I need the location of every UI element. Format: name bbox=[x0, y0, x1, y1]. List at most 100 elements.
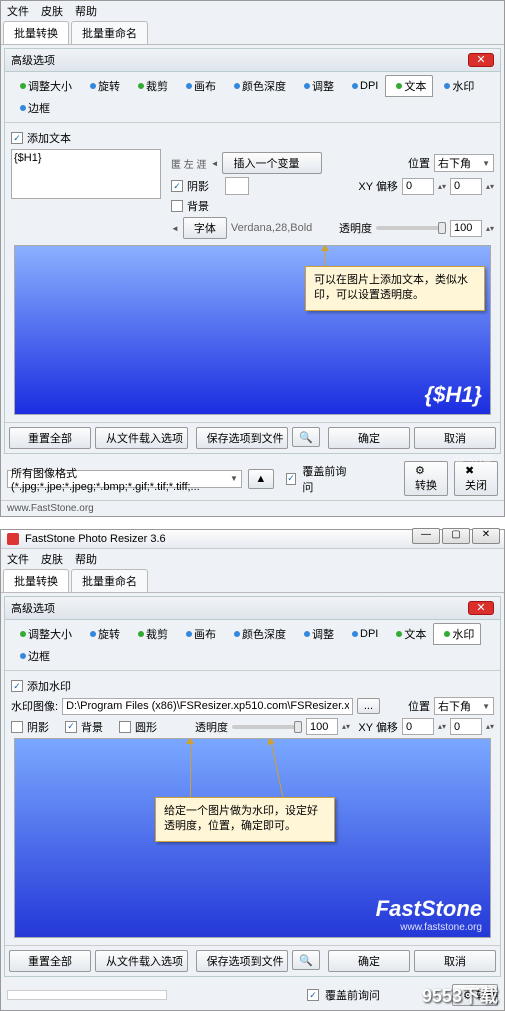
menu-file[interactable]: 文件 bbox=[7, 3, 29, 19]
add-text-checkbox[interactable] bbox=[11, 132, 23, 144]
stepper-icon[interactable]: ▴▾ bbox=[438, 182, 446, 191]
panel-title: 高级选项 bbox=[11, 600, 55, 616]
opacity-input[interactable] bbox=[450, 220, 482, 237]
preview-icon-button[interactable]: 🔍 bbox=[292, 950, 320, 970]
overwrite-checkbox[interactable] bbox=[307, 989, 319, 1001]
wm-image-path-input[interactable] bbox=[62, 698, 353, 715]
overwrite-checkbox[interactable] bbox=[286, 473, 297, 485]
close-icon[interactable]: ✕ bbox=[468, 53, 494, 67]
tab-adjust[interactable]: 调整 bbox=[293, 623, 341, 645]
tab-batch-convert[interactable]: 批量转换 bbox=[3, 21, 69, 44]
tab-batch-rename[interactable]: 批量重命名 bbox=[71, 21, 148, 44]
tab-resize[interactable]: 调整大小 bbox=[9, 75, 79, 97]
wm-image-label: 水印图像: bbox=[11, 698, 58, 714]
ok-button[interactable]: 确定 bbox=[328, 950, 410, 972]
bg-checkbox[interactable] bbox=[65, 721, 77, 733]
tab-adjust[interactable]: 调整 bbox=[293, 75, 341, 97]
status-dot-icon bbox=[352, 83, 358, 89]
tab-resize[interactable]: 调整大小 bbox=[9, 623, 79, 645]
status-dot-icon bbox=[186, 83, 192, 89]
tab-rotate[interactable]: 旋转 bbox=[79, 75, 127, 97]
opacity-slider[interactable] bbox=[232, 725, 302, 729]
save-options-button[interactable]: 保存选项到文件 bbox=[196, 950, 289, 972]
convert-button[interactable]: ⚙转换 bbox=[404, 461, 448, 496]
menu-file[interactable]: 文件 bbox=[7, 551, 29, 567]
folder-up-button[interactable]: ▲ bbox=[248, 469, 274, 489]
cancel-button[interactable]: 取消 bbox=[414, 950, 496, 972]
y-offset-input[interactable] bbox=[450, 718, 482, 735]
text-tab-content: 添加文本 {$H1} 匿 左 涯 ◄ 插入一个变量 位置 右下角▼ 阴影 bbox=[5, 122, 500, 422]
tab-text[interactable]: 文本 bbox=[385, 75, 433, 97]
gear-icon: ⚙ bbox=[415, 465, 425, 477]
status-dot-icon bbox=[20, 653, 26, 659]
format-filter-select[interactable]: 所有图像格式 (*.jpg;*.jpe;*.jpeg;*.bmp;*.gif;*… bbox=[7, 470, 242, 488]
tab-watermark[interactable]: 水印 bbox=[433, 75, 481, 97]
stepper-icon[interactable]: ▴▾ bbox=[342, 722, 350, 731]
preview-area: 可以在图片上添加文本，类似水印，可以设置透明度。 {$H1} bbox=[14, 245, 491, 415]
tab-rotate[interactable]: 旋转 bbox=[79, 623, 127, 645]
tab-border[interactable]: 边框 bbox=[9, 645, 57, 667]
tab-crop[interactable]: 裁剪 bbox=[127, 75, 175, 97]
bottom-toolbar: 所有图像格式 (*.jpg;*.jpe;*.jpeg;*.bmp;*.gif;*… bbox=[1, 457, 504, 500]
close-icon[interactable]: ✕ bbox=[468, 601, 494, 615]
opacity-input[interactable] bbox=[306, 718, 338, 735]
text-input[interactable]: {$H1} bbox=[11, 149, 161, 199]
tab-crop[interactable]: 裁剪 bbox=[127, 623, 175, 645]
insert-variable-button[interactable]: 插入一个变量 bbox=[222, 152, 322, 174]
menu-skin[interactable]: 皮肤 bbox=[41, 3, 63, 19]
tab-border[interactable]: 边框 bbox=[9, 97, 57, 119]
reset-button[interactable]: 重置全部 bbox=[9, 950, 91, 972]
callout-arrow-icon bbox=[190, 739, 191, 801]
chevron-left-icon[interactable]: ◄ bbox=[211, 159, 219, 168]
status-dot-icon bbox=[90, 631, 96, 637]
x-offset-input[interactable] bbox=[402, 178, 434, 195]
load-options-button[interactable]: 从文件载入选项 bbox=[95, 427, 188, 449]
x-offset-input[interactable] bbox=[402, 718, 434, 735]
stepper-icon[interactable]: ▴▾ bbox=[486, 722, 494, 731]
y-offset-input[interactable] bbox=[450, 178, 482, 195]
menu-help[interactable]: 帮助 bbox=[75, 3, 97, 19]
tab-text[interactable]: 文本 bbox=[385, 623, 433, 645]
stepper-icon[interactable]: ▴▾ bbox=[486, 182, 494, 191]
watermark-brand: FastStone bbox=[376, 896, 482, 922]
tab-canvas[interactable]: 画布 bbox=[175, 75, 223, 97]
maximize-button[interactable]: ▢ bbox=[442, 528, 470, 544]
tab-depth[interactable]: 颜色深度 bbox=[223, 75, 293, 97]
window-close-button[interactable]: ✕ bbox=[472, 528, 500, 544]
shadow-checkbox[interactable] bbox=[11, 721, 23, 733]
menu-skin[interactable]: 皮肤 bbox=[41, 551, 63, 567]
cancel-button[interactable]: 取消 bbox=[414, 427, 496, 449]
menu-help[interactable]: 帮助 bbox=[75, 551, 97, 567]
window-bottom: FastStone Photo Resizer 3.6 — ▢ ✕ 文件 皮肤 … bbox=[0, 529, 505, 1011]
xy-offset-label: XY 偏移 bbox=[358, 719, 398, 735]
stepper-icon[interactable]: ▴▾ bbox=[438, 722, 446, 731]
save-options-button[interactable]: 保存选项到文件 bbox=[196, 427, 289, 449]
reset-button[interactable]: 重置全部 bbox=[9, 427, 91, 449]
preview-icon-button[interactable]: 🔍 bbox=[292, 427, 320, 447]
chevron-left-icon[interactable]: ◄ bbox=[171, 224, 179, 233]
add-watermark-checkbox[interactable] bbox=[11, 680, 23, 692]
scrollbar[interactable] bbox=[7, 990, 167, 1000]
shadow-checkbox[interactable] bbox=[171, 180, 183, 192]
position-select[interactable]: 右下角▼ bbox=[434, 154, 494, 172]
window-top: 文件 皮肤 帮助 批量转换 批量重命名 高级选项 ✕ 调整大小 旋转 裁剪 画布… bbox=[0, 0, 505, 517]
load-options-button[interactable]: 从文件载入选项 bbox=[95, 950, 188, 972]
minimize-button[interactable]: — bbox=[412, 528, 440, 544]
color-picker[interactable] bbox=[225, 177, 249, 195]
ok-button[interactable]: 确定 bbox=[328, 427, 410, 449]
tab-dpi[interactable]: DPI bbox=[341, 625, 385, 643]
position-select[interactable]: 右下角▼ bbox=[434, 697, 494, 715]
tab-batch-convert[interactable]: 批量转换 bbox=[3, 569, 69, 592]
stepper-icon[interactable]: ▴▾ bbox=[486, 224, 494, 233]
bg-checkbox[interactable] bbox=[171, 200, 183, 212]
opacity-slider[interactable] bbox=[376, 226, 446, 230]
tab-batch-rename[interactable]: 批量重命名 bbox=[71, 569, 148, 592]
tab-canvas[interactable]: 画布 bbox=[175, 623, 223, 645]
tab-dpi[interactable]: DPI bbox=[341, 77, 385, 95]
tab-depth[interactable]: 颜色深度 bbox=[223, 623, 293, 645]
tab-watermark[interactable]: 水印 bbox=[433, 623, 481, 645]
rounded-checkbox[interactable] bbox=[119, 721, 131, 733]
browse-button[interactable]: ... bbox=[357, 698, 380, 714]
status-dot-icon bbox=[234, 631, 240, 637]
font-button[interactable]: 字体 bbox=[183, 217, 227, 239]
